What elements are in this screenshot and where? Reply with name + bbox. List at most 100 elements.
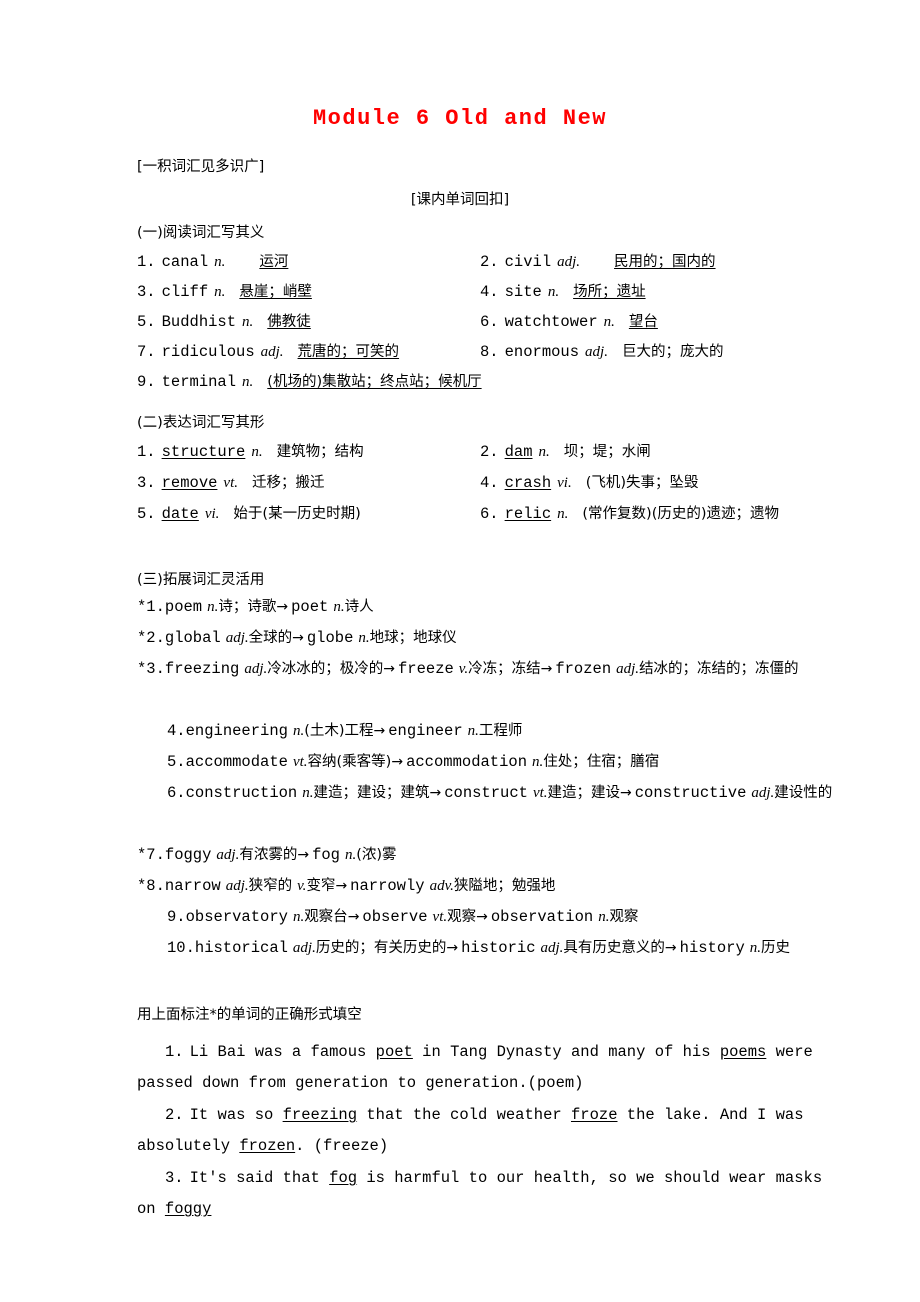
expansion-word: globe <box>306 629 354 647</box>
page-title: Module 6 Old and New <box>312 106 608 131</box>
exercise-instruction: 用上面标注*的单词的正确形式填空 <box>137 1007 362 1023</box>
expansion-meaning: 诗人 <box>344 599 374 615</box>
expansion-word: construction <box>185 784 298 802</box>
sentence-text: Li Bai was a famous <box>189 1043 376 1061</box>
expansion-word: accommodate <box>185 753 288 771</box>
expansion-meaning: 具有历史意义的 <box>563 940 665 956</box>
expansion-pos: n. <box>292 909 305 925</box>
expansion-word: frozen <box>555 660 612 678</box>
document-page: Module 6 Old and New [一积词汇见多识广] [课内单词回扣]… <box>0 0 920 1302</box>
vocab-number: 6. <box>480 313 499 331</box>
vocab-answer: 巨大的；庞大的 <box>621 344 724 360</box>
sentence-number: 3. <box>165 1169 184 1187</box>
expansion-word: narrowly <box>350 877 425 895</box>
vocab-number: 7. <box>137 343 156 361</box>
expansion-meaning: 住处；住宿；膳宿 <box>543 754 660 770</box>
expansion-meaning: 工程师 <box>478 723 523 739</box>
expansion-pos: adj. <box>751 785 775 801</box>
vocabulary-bracket-heading: [一积词汇见多识广] <box>137 159 265 175</box>
vocab-item: 2. dam n. 坝；堤；水闸 <box>480 440 651 461</box>
vocab-number: 5. <box>137 313 156 331</box>
expansion-meaning: 诗；诗歌 <box>218 599 277 615</box>
vocab-item: 5. Buddhist n. 佛教徒 <box>137 310 311 331</box>
expansion-meaning: 全球的 <box>248 630 293 646</box>
vocab-pos: vi. <box>557 475 572 491</box>
sentence-answer: fog <box>329 1169 358 1187</box>
expansion-label: *1. <box>137 598 165 616</box>
sentence-answer: poems <box>719 1043 767 1061</box>
expansion-word: global <box>164 629 221 647</box>
expansion-label: *8. <box>137 877 165 895</box>
arrow-icon: → <box>664 940 677 956</box>
arrow-icon: → <box>347 909 360 925</box>
vocab-number: 2. <box>480 443 499 461</box>
expansion-word: poem <box>164 598 203 616</box>
vocab-pos: n. <box>547 284 560 300</box>
arrow-icon: → <box>383 661 395 677</box>
expansion-pos: n. <box>467 723 479 739</box>
sentence-answer: poet <box>375 1043 413 1061</box>
expansion-meaning: 建造；建设；建筑 <box>313 785 430 801</box>
vocab-word: terminal <box>161 373 237 391</box>
vocab-number: 3. <box>137 474 156 492</box>
vocab-item: 5. date vi. 始于(某一历史时期) <box>137 502 361 523</box>
expansion-label: 6. <box>167 784 186 802</box>
exercise-sentence: 3. It's said that fog is harmful to our h… <box>137 1163 827 1225</box>
arrow-icon: → <box>446 940 459 956</box>
vocab-pos: n. <box>538 444 550 460</box>
vocab-number: 1. <box>137 443 156 461</box>
arrow-icon: → <box>373 723 386 739</box>
vocab-word: canal <box>161 253 209 271</box>
expansion-meaning: (土木)工程 <box>304 723 374 739</box>
expansion-item: *1.poem n.诗；诗歌→ poet n.诗人 <box>137 597 837 618</box>
expansion-pos: adj. <box>225 630 249 646</box>
vocab-word: watchtower <box>504 313 598 331</box>
vocab-word: Buddhist <box>161 313 237 331</box>
exercise-sentence: 1. Li Bai was a famous poet in Tang Dynas… <box>137 1037 827 1099</box>
vocab-word: structure <box>161 443 246 461</box>
vocab-answer: 荒唐的；可笑的 <box>297 344 400 360</box>
vocab-word: ridiculous <box>161 343 255 361</box>
expansion-word: historical <box>194 939 288 957</box>
expansion-word: observe <box>362 908 428 926</box>
vocab-word: enormous <box>504 343 580 361</box>
vocab-word: relic <box>504 505 552 523</box>
expansion-word: narrow <box>164 877 221 895</box>
arrow-icon: → <box>476 909 488 925</box>
vocab-word: civil <box>504 253 552 271</box>
expansion-word: historic <box>461 939 536 957</box>
vocab-number: 3. <box>137 283 156 301</box>
vocab-answer: 望台 <box>628 314 658 330</box>
vocab-item: 2. civil adj. 民用的；国内的 <box>480 250 716 271</box>
expansion-meaning: 观察 <box>609 909 639 925</box>
vocab-answer: 佛教徒 <box>267 314 311 330</box>
section-one-heading: (一)阅读词汇写其义 <box>137 225 265 241</box>
vocab-answer: 场所；遗址 <box>573 284 646 300</box>
expansion-word: accommodation <box>406 753 527 771</box>
expansion-item: 4.engineering n.(土木)工程→ engineer n.工程师 <box>137 721 837 742</box>
expansion-pos: n. <box>292 723 305 739</box>
expansion-word: observatory <box>185 908 288 926</box>
vocab-word: cliff <box>161 283 209 301</box>
vocab-pos: n. <box>603 314 615 330</box>
expansion-pos: n. <box>749 940 762 956</box>
expansion-meaning: 容纳(乘客等) <box>307 754 392 770</box>
vocab-item: 9. terminal n. (机场的)集散站；终点站；候机厅 <box>137 370 482 391</box>
vocab-number: 4. <box>480 283 499 301</box>
vocab-pos: n. <box>214 284 226 300</box>
vocab-number: 8. <box>480 343 499 361</box>
expansion-meaning: (浓)雾 <box>356 847 397 863</box>
sentence-number: 2. <box>165 1106 184 1124</box>
vocab-item: 4. site n. 场所；遗址 <box>480 280 646 301</box>
expansion-pos: n. <box>333 599 345 615</box>
expansion-meaning: 冷冻；冻结 <box>468 661 541 677</box>
expansion-pos: adj. <box>616 661 640 677</box>
section-three-heading: (三)拓展词汇灵活用 <box>137 572 265 588</box>
vocab-item: 7. ridiculous adj. 荒唐的；可笑的 <box>137 340 400 361</box>
expansion-item: 6.construction n.建造；建设；建筑→ construct vt.建造；… <box>137 783 837 804</box>
expansion-pos: adj. <box>292 940 316 956</box>
expansion-pos: n. <box>532 754 544 770</box>
arrow-icon: → <box>276 599 289 615</box>
sentence-text: in Tang Dynasty and many of his <box>412 1043 720 1061</box>
expansion-meaning: 冷冰冰的；极冷的 <box>267 661 384 677</box>
